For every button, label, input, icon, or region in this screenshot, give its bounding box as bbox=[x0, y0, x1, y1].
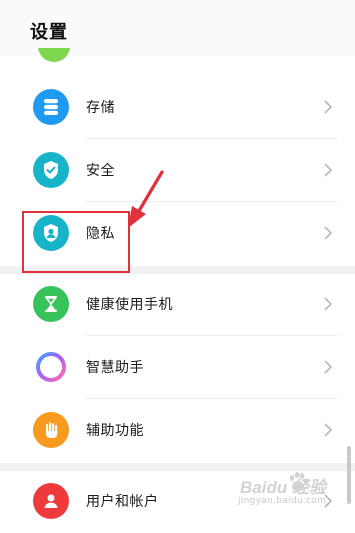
settings-item-assistant[interactable]: 智慧助手 bbox=[0, 337, 355, 399]
storage-icon bbox=[33, 89, 69, 125]
settings-item-label: 辅助功能 bbox=[86, 423, 144, 439]
chevron-right-icon bbox=[324, 360, 333, 374]
watermark: Baidu 经验 jingyan.baidu.com bbox=[234, 470, 352, 514]
settings-item-label: 智慧助手 bbox=[86, 360, 144, 376]
settings-item-label: 存储 bbox=[86, 100, 115, 116]
partial-settings-icon bbox=[38, 48, 70, 62]
settings-item-label: 用户和帐户 bbox=[86, 494, 159, 510]
page-title: 设置 bbox=[30, 22, 68, 43]
highlight-box bbox=[22, 211, 130, 273]
chevron-right-icon bbox=[324, 226, 333, 240]
watermark-text: Baidu 经验 bbox=[240, 478, 326, 497]
assistant-ring-icon bbox=[33, 349, 69, 385]
pointer-arrow-icon bbox=[128, 170, 164, 228]
chevron-right-icon bbox=[324, 297, 333, 311]
divider bbox=[86, 138, 337, 139]
settings-item-security[interactable]: 安全 bbox=[0, 140, 355, 202]
divider bbox=[86, 398, 337, 399]
settings-item-digital-balance[interactable]: 健康使用手机 bbox=[0, 274, 355, 336]
chevron-right-icon bbox=[324, 423, 333, 437]
settings-item-label: 健康使用手机 bbox=[86, 297, 173, 313]
chevron-right-icon bbox=[324, 163, 333, 177]
watermark-url: jingyan.baidu.com bbox=[238, 496, 327, 506]
settings-item-label: 安全 bbox=[86, 163, 115, 179]
settings-item-accessibility[interactable]: 辅助功能 bbox=[0, 400, 355, 462]
user-icon bbox=[33, 483, 69, 519]
shield-check-icon bbox=[33, 152, 69, 188]
hand-icon bbox=[33, 412, 69, 448]
divider bbox=[86, 335, 337, 336]
hourglass-icon bbox=[33, 286, 69, 322]
settings-item-storage[interactable]: 存储 bbox=[0, 77, 355, 139]
chevron-right-icon bbox=[324, 100, 333, 114]
